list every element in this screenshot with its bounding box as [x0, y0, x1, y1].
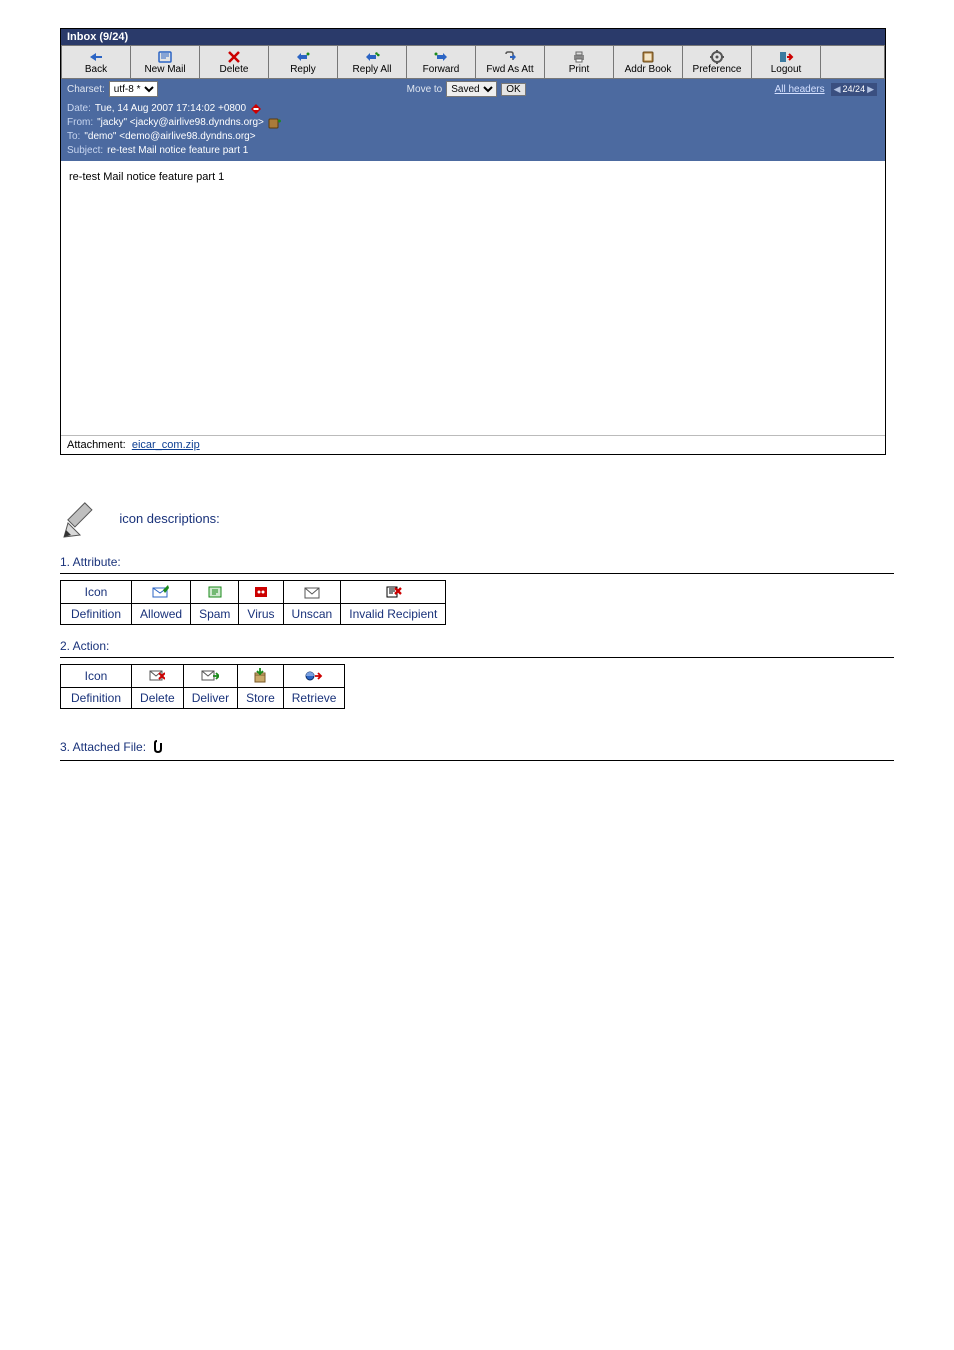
body-text: re-test Mail notice feature part 1: [69, 171, 877, 183]
newmail-button[interactable]: New Mail: [131, 45, 200, 79]
attribute-table: Icon Definition Allowed Spam Virus Unsca…: [60, 580, 446, 625]
subject-value: re-test Mail notice feature part 1: [107, 144, 248, 158]
pencil-icon: [60, 499, 102, 541]
virus-label: Virus: [239, 604, 283, 625]
delete-button[interactable]: Delete: [200, 45, 269, 79]
allowed-label: Allowed: [132, 604, 191, 625]
next-message-button[interactable]: ▶: [867, 84, 874, 95]
from-key: From:: [67, 116, 93, 130]
message-header: Date: Tue, 14 Aug 2007 17:14:02 +0800 Fr…: [61, 99, 885, 161]
spam-label: Spam: [191, 604, 239, 625]
add-to-addrbook-icon[interactable]: [268, 118, 282, 129]
delete-action-label: Delete: [132, 688, 184, 709]
date-key: Date:: [67, 102, 91, 116]
divider-2: [60, 657, 894, 658]
forward-label: Forward: [423, 64, 460, 75]
print-icon: [551, 48, 607, 64]
act-icon-header: Icon: [61, 665, 132, 688]
attachment-label: Attachment:: [67, 439, 126, 451]
back-arrow-icon: [68, 48, 124, 64]
window-title: Inbox (9/24): [61, 29, 885, 45]
print-label: Print: [569, 64, 590, 75]
notes-section: icon descriptions: 1. Attribute: Icon De…: [60, 499, 894, 761]
logout-button[interactable]: Logout: [752, 45, 821, 79]
moveto-ok-button[interactable]: OK: [501, 83, 525, 96]
addrbook-icon: [620, 48, 676, 64]
forward-icon: [413, 48, 469, 64]
newmail-icon: [137, 48, 193, 64]
forward-button[interactable]: Forward: [407, 45, 476, 79]
unscan-icon-cell: [283, 581, 341, 604]
invalid-label: Invalid Recipient: [341, 604, 446, 625]
logout-icon: [758, 48, 814, 64]
replyall-button[interactable]: Reply All: [338, 45, 407, 79]
prev-message-button[interactable]: ◀: [834, 84, 841, 95]
date-value: Tue, 14 Aug 2007 17:14:02 +0800: [95, 102, 246, 116]
attachment-bar: Attachment: eicar_com.zip: [61, 435, 885, 454]
delete-label: Delete: [220, 64, 249, 75]
paperclip-icon: [153, 739, 165, 756]
preference-button[interactable]: Preference: [683, 45, 752, 79]
deliver-action-label: Deliver: [183, 688, 237, 709]
message-body: re-test Mail notice feature part 1: [61, 161, 885, 435]
delete-action-icon: [132, 665, 184, 688]
reply-label: Reply: [290, 64, 316, 75]
toolbar-spacer: [821, 45, 885, 79]
attribute-heading: 1. Attribute:: [60, 555, 894, 569]
allowed-icon: [132, 581, 191, 604]
newmail-label: New Mail: [144, 64, 185, 75]
fwdatt-button[interactable]: Fwd As Att: [476, 45, 545, 79]
attr-def-header: Definition: [61, 604, 132, 625]
addrbook-button[interactable]: Addr Book: [614, 45, 683, 79]
addrbook-label: Addr Book: [625, 64, 672, 75]
from-value: "jacky" <jacky@airlive98.dyndns.org>: [97, 116, 264, 130]
virus-icon: [239, 581, 283, 604]
charset-select[interactable]: utf-8 *: [109, 81, 158, 97]
divider: [60, 573, 894, 574]
moveto-label: Move to: [407, 84, 443, 95]
fwdatt-label: Fwd As Att: [486, 64, 533, 75]
attachment-link[interactable]: eicar_com.zip: [132, 439, 200, 451]
preference-label: Preference: [693, 64, 742, 75]
to-value: "demo" <demo@airlive98.dyndns.org>: [84, 130, 255, 144]
toolbar: Back New Mail Delete Reply Reply All: [61, 45, 885, 79]
message-position: 24/24: [843, 84, 866, 94]
notes-title: icon descriptions:: [119, 511, 219, 526]
replyall-label: Reply All: [353, 64, 392, 75]
unscan-icon: [250, 103, 262, 115]
print-button[interactable]: Print: [545, 45, 614, 79]
replyall-icon: [344, 48, 400, 64]
retrieve-action-icon: [283, 665, 345, 688]
delete-icon: [206, 48, 262, 64]
allheaders-link[interactable]: All headers: [775, 84, 825, 95]
invalid-recipient-icon: [341, 581, 446, 604]
spam-icon: [191, 581, 239, 604]
action-heading: 2. Action:: [60, 639, 894, 653]
to-key: To:: [67, 130, 80, 144]
back-button[interactable]: Back: [61, 45, 131, 79]
store-action-icon: [238, 665, 284, 688]
retrieve-action-label: Retrieve: [283, 688, 345, 709]
fwdatt-icon: [482, 48, 538, 64]
attached-file-heading: 3. Attached File:: [60, 740, 146, 754]
store-action-label: Store: [238, 688, 284, 709]
preference-gear-icon: [689, 48, 745, 64]
sub-bar: Charset: utf-8 * Move to Saved OK All he…: [61, 79, 885, 99]
attr-icon-header: Icon: [61, 581, 132, 604]
reply-button[interactable]: Reply: [269, 45, 338, 79]
back-label: Back: [85, 64, 107, 75]
divider-3: [60, 760, 894, 761]
moveto-select[interactable]: Saved: [446, 81, 497, 97]
logout-label: Logout: [771, 64, 802, 75]
act-def-header: Definition: [61, 688, 132, 709]
deliver-action-icon: [183, 665, 237, 688]
charset-label: Charset:: [61, 84, 109, 95]
subject-key: Subject:: [67, 144, 103, 158]
mail-window: Inbox (9/24) Back New Mail Delete Reply: [60, 28, 886, 455]
action-table: Icon Definition Delete Deliver Store Ret…: [60, 664, 345, 709]
reply-icon: [275, 48, 331, 64]
unscan-label: Unscan: [283, 604, 341, 625]
message-nav: ◀ 24/24 ▶: [831, 83, 877, 96]
